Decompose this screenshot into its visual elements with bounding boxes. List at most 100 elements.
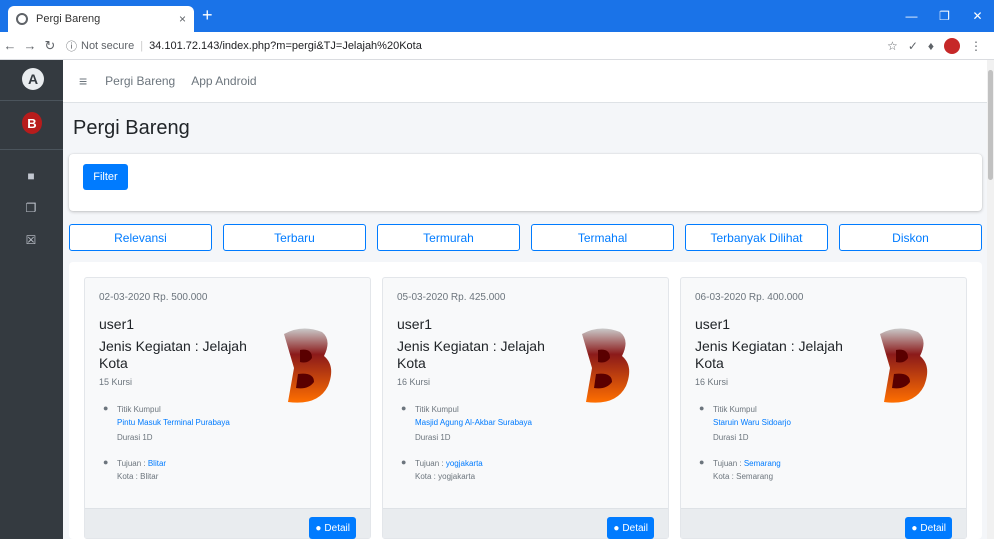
detail-button[interactable]: ● Detail — [905, 517, 952, 539]
info-icon[interactable]: ⓘ — [66, 38, 77, 54]
window-controls: — ❐ ✕ — [895, 0, 994, 32]
forward-icon[interactable]: → — [20, 38, 40, 53]
trip-city: Kota : yogjakarta — [415, 472, 476, 481]
trip-duration: Durasi 1D — [713, 433, 749, 442]
security-label: Not secure — [81, 39, 135, 52]
destination-link[interactable]: Blitar — [148, 459, 166, 468]
trip-date-price: 05-03-2020 Rp. 425.000 — [397, 292, 506, 303]
minimize-icon[interactable]: — — [895, 0, 928, 32]
destination-label: Tujuan : — [117, 459, 146, 468]
trip-duration: Durasi 1D — [415, 433, 451, 442]
detail-button[interactable]: ● Detail — [309, 517, 356, 539]
user-icon: ● — [911, 522, 918, 534]
user-icon: ● — [315, 522, 322, 534]
hamburger-icon[interactable]: ≡ — [79, 73, 87, 89]
brand-logo-icon — [582, 328, 630, 403]
filter-card: Filter — [69, 154, 982, 211]
card-footer: ● Detail — [383, 508, 668, 539]
star-icon[interactable]: ☆ — [887, 39, 898, 53]
reload-icon[interactable]: ↻ — [40, 38, 60, 54]
trip-activity-type: Jenis Kegiatan : Jelajah Kota — [397, 338, 545, 371]
trip-date-price: 06-03-2020 Rp. 400.000 — [695, 292, 804, 303]
destination-link[interactable]: Semarang — [744, 459, 781, 468]
map-marker-icon: ● — [103, 403, 109, 413]
browser-tab-bar: Pergi Bareng × + — ❐ ✕ — [0, 0, 994, 32]
back-icon[interactable]: ← — [0, 38, 20, 53]
brand-logo-icon — [880, 328, 928, 403]
filter-button[interactable]: Filter — [83, 164, 128, 190]
tab-close-icon[interactable]: × — [179, 12, 186, 26]
trip-card: 05-03-2020 Rp. 425.000 user1 Jenis Kegia… — [382, 277, 669, 539]
tab-title: Pergi Bareng — [36, 13, 101, 25]
trip-activity-type: Jenis Kegiatan : Jelajah Kota — [99, 338, 247, 371]
destination-label: Tujuan : — [415, 459, 444, 468]
detail-button[interactable]: ● Detail — [607, 517, 654, 539]
address-bar: ← → ↻ ⓘ Not secure | 34.101.72.143/index… — [0, 32, 994, 60]
detail-label: Detail — [622, 522, 648, 534]
extension-icon[interactable]: ✓ — [908, 39, 918, 53]
puzzle-icon[interactable]: ♦ — [928, 39, 934, 53]
copy-icon[interactable]: ❐ — [23, 200, 39, 216]
meeting-point-link[interactable]: Staruin Waru Sidoarjo — [713, 418, 791, 427]
url-field[interactable]: ⓘ Not secure | 34.101.72.143/index.php?m… — [66, 35, 887, 57]
destination-label: Tujuan : — [713, 459, 742, 468]
sidebar: A B ■ ❐ ☒ — [0, 60, 63, 539]
meeting-point-label: Titik Kumpul — [117, 405, 161, 414]
user-avatar[interactable]: B — [22, 112, 42, 134]
close-box-icon[interactable]: ☒ — [23, 232, 39, 248]
map-marker-icon: ● — [401, 403, 407, 413]
sort-terbanyak-dilihat-button[interactable]: Terbanyak Dilihat — [685, 224, 828, 251]
page-title: Pergi Bareng — [73, 117, 190, 139]
sort-relevansi-button[interactable]: Relevansi — [69, 224, 212, 251]
trip-date-price: 02-03-2020 Rp. 500.000 — [99, 292, 208, 303]
app-logo-icon[interactable]: A — [22, 68, 44, 90]
map-marker-icon: ● — [699, 457, 705, 467]
trip-seats: 16 Kursi — [397, 377, 431, 387]
trip-seats: 16 Kursi — [695, 377, 729, 387]
menu-dots-icon[interactable]: ⋮ — [970, 39, 982, 53]
destination: Tujuan : yogjakarta — [415, 459, 483, 468]
meeting-point-label: Titik Kumpul — [713, 405, 757, 414]
destination: Tujuan : Blitar — [117, 459, 166, 468]
restore-icon[interactable]: ❐ — [928, 0, 961, 32]
url-separator: | — [140, 39, 144, 52]
card-footer: ● Detail — [681, 508, 966, 539]
map-marker-icon: ● — [401, 457, 407, 467]
scrollbar-thumb[interactable] — [988, 70, 993, 180]
destination-link[interactable]: yogjakarta — [446, 459, 483, 468]
map-marker-icon: ● — [103, 457, 109, 467]
profile-avatar[interactable] — [944, 37, 960, 54]
sort-terbaru-button[interactable]: Terbaru — [223, 224, 366, 251]
sort-termahal-button[interactable]: Termahal — [531, 224, 674, 251]
trip-activity-type: Jenis Kegiatan : Jelajah Kota — [695, 338, 843, 371]
trip-user: user1 — [695, 316, 731, 332]
trip-city: Kota : Blitar — [117, 472, 159, 481]
trip-card: 06-03-2020 Rp. 400.000 user1 Jenis Kegia… — [680, 277, 967, 539]
card-footer: ● Detail — [85, 508, 370, 539]
meeting-point-link[interactable]: Masjid Agung Al-Akbar Surabaya — [415, 418, 532, 427]
brand-logo-icon — [284, 328, 332, 403]
trip-user: user1 — [99, 316, 135, 332]
trip-city: Kota : Semarang — [713, 472, 774, 481]
nav-link-pergi-bareng[interactable]: Pergi Bareng — [105, 74, 175, 88]
detail-label: Detail — [324, 522, 350, 534]
new-tab-button[interactable]: + — [202, 5, 213, 25]
meeting-point-link[interactable]: Pintu Masuk Terminal Purabaya — [117, 418, 230, 427]
detail-label: Detail — [920, 522, 946, 534]
car-icon[interactable]: ■ — [23, 168, 39, 184]
trip-user: user1 — [397, 316, 433, 332]
sort-termurah-button[interactable]: Termurah — [377, 224, 520, 251]
sidebar-divider — [0, 100, 63, 101]
map-marker-icon: ● — [699, 403, 705, 413]
url-text: 34.101.72.143/index.php?m=pergi&TJ=Jelaj… — [149, 39, 422, 52]
close-window-icon[interactable]: ✕ — [961, 0, 994, 32]
nav-link-app-android[interactable]: App Android — [191, 74, 256, 88]
browser-tab[interactable]: Pergi Bareng × — [8, 6, 194, 32]
page-scrollbar[interactable] — [987, 60, 994, 539]
trip-seats: 15 Kursi — [99, 377, 133, 387]
trip-duration: Durasi 1D — [117, 433, 153, 442]
sort-diskon-button[interactable]: Diskon — [839, 224, 982, 251]
extension-area: ☆ ✓ ♦ ⋮ — [887, 37, 994, 54]
user-icon: ● — [613, 522, 620, 534]
globe-icon — [16, 13, 28, 25]
